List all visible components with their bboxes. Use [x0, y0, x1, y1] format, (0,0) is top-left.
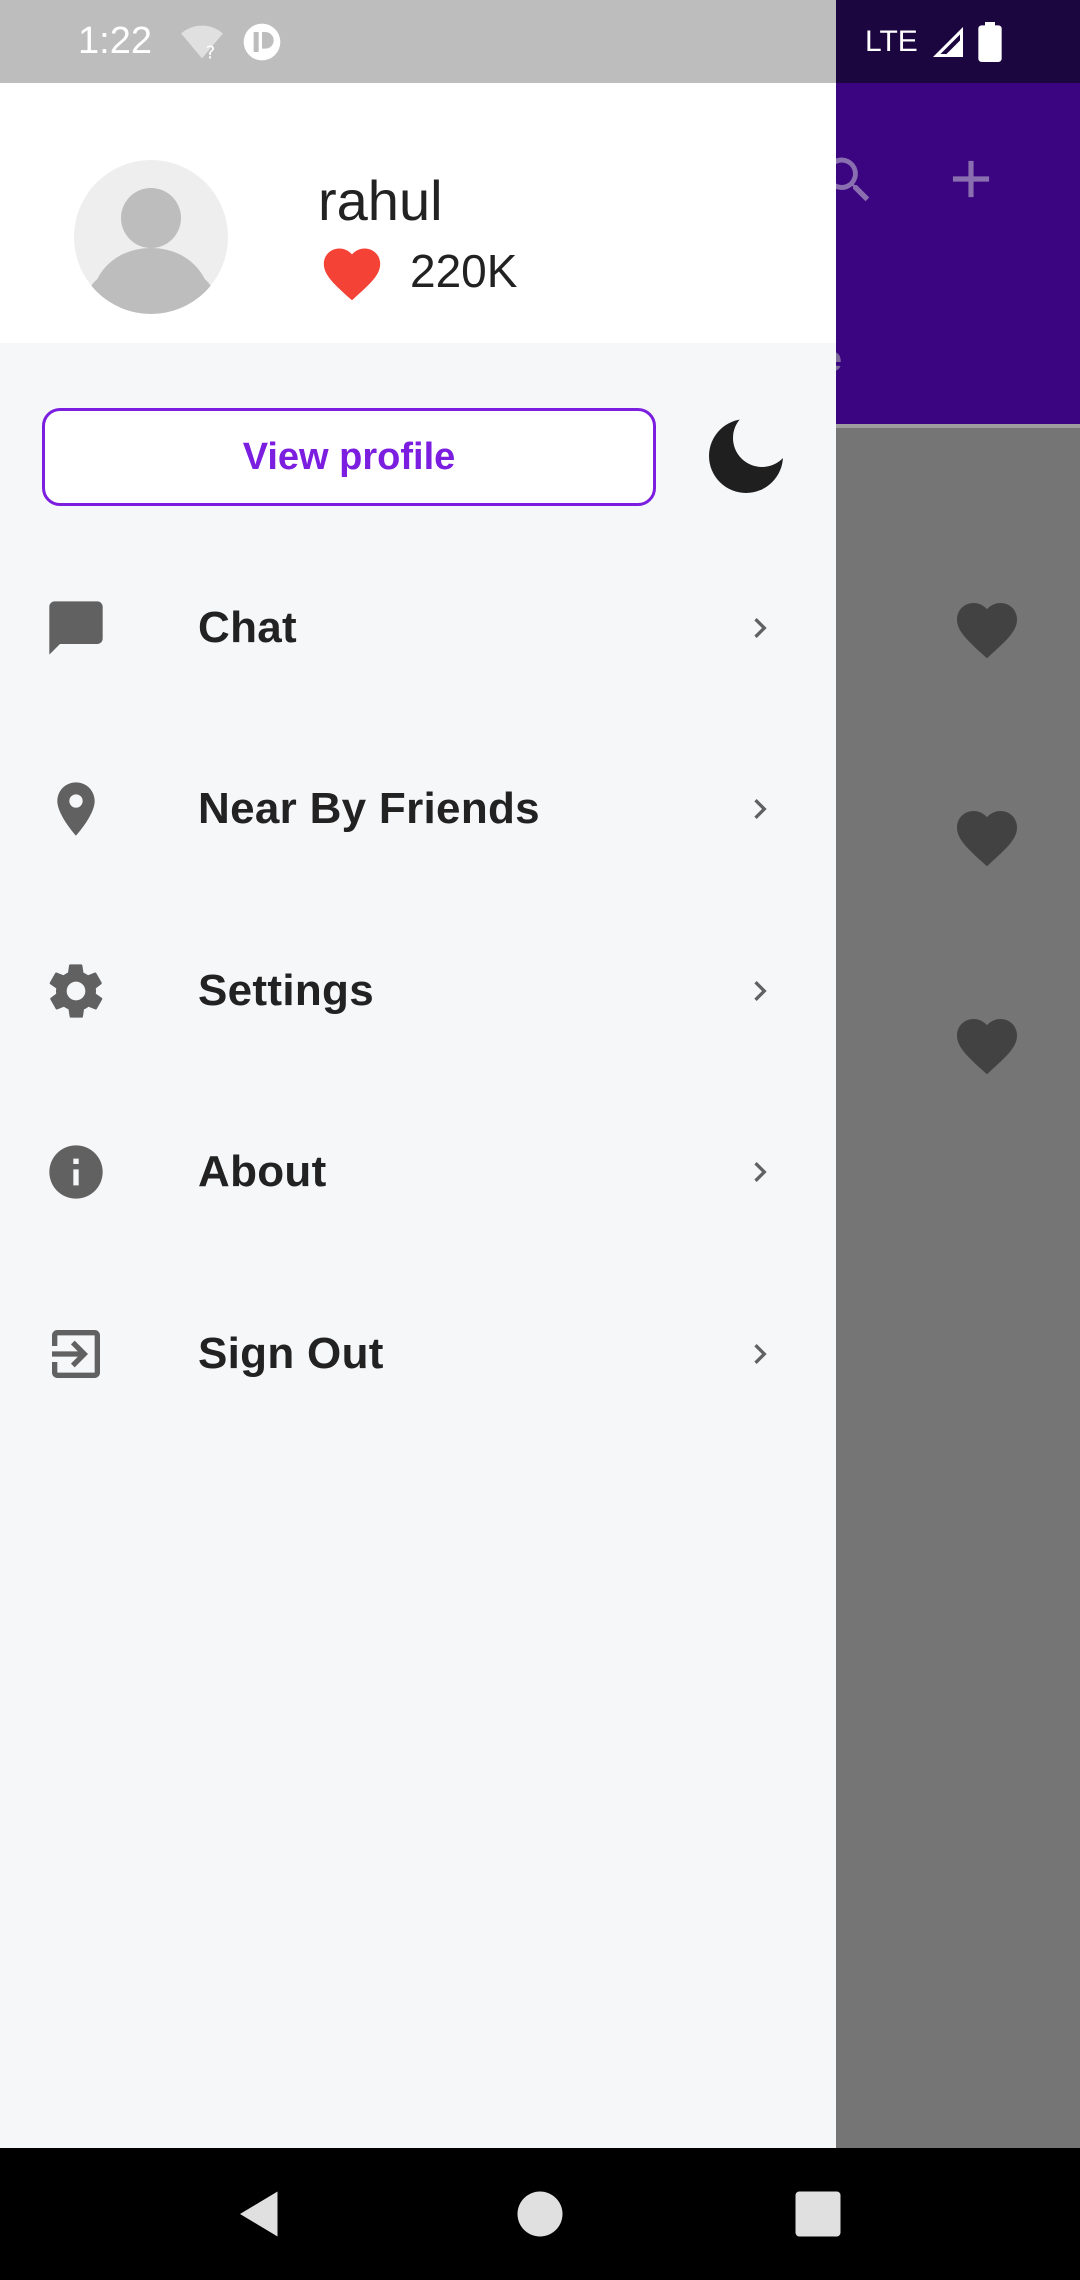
- gear-icon: [49, 964, 103, 1018]
- add-icon: [952, 160, 990, 198]
- chevron-right-icon: [754, 1162, 767, 1182]
- app-notification-icon: [243, 23, 281, 61]
- status-bar: 1:22 ?: [0, 0, 836, 83]
- default-avatar-icon: [89, 188, 213, 314]
- signal-icon: [932, 26, 963, 57]
- menu-item-about[interactable]: About: [0, 1112, 836, 1232]
- menu-item-label: Near By Friends: [198, 784, 540, 833]
- view-profile-button[interactable]: View profile: [42, 408, 656, 506]
- battery-icon: [978, 21, 1002, 62]
- heart-icon: [957, 603, 1017, 659]
- location-pin-icon: [57, 782, 95, 836]
- likes-count: 220K: [410, 245, 518, 297]
- chat-icon: [49, 601, 103, 655]
- status-time: 1:22: [78, 20, 152, 62]
- heart-icon: [957, 1019, 1017, 1075]
- wifi-unknown-icon: ?: [181, 25, 223, 62]
- system-navigation-bar: [0, 2148, 1080, 2280]
- menu-item-sign-out[interactable]: Sign Out: [0, 1294, 836, 1414]
- network-type: LTE: [865, 24, 918, 58]
- info-icon: [49, 1145, 103, 1199]
- menu-item-label: Settings: [198, 966, 374, 1015]
- menu-item-label: About: [198, 1147, 327, 1196]
- menu-item-chat[interactable]: Chat: [0, 568, 836, 688]
- chevron-right-icon: [754, 981, 767, 1001]
- status-bar-right: LTE: [835, 0, 1080, 83]
- sign-out-icon: [52, 1330, 100, 1378]
- chevron-right-icon: [754, 618, 767, 638]
- chevron-right-icon: [754, 1344, 767, 1364]
- heart-icon: [957, 811, 1017, 867]
- chevron-right-icon: [754, 799, 767, 819]
- menu-item-settings[interactable]: Settings: [0, 931, 836, 1051]
- recents-icon[interactable]: [788, 2184, 848, 2244]
- back-icon[interactable]: [230, 2184, 290, 2244]
- heart-icon: [323, 248, 381, 301]
- menu-item-near-by-friends[interactable]: Near By Friends: [0, 749, 836, 869]
- home-icon[interactable]: [510, 2184, 570, 2244]
- svg-text:?: ?: [206, 42, 216, 62]
- navigation-drawer: 1:22 ? rahul 220K View profile Chat Near…: [0, 0, 836, 2148]
- likes-row: 220K: [318, 240, 517, 302]
- menu-item-label: Sign Out: [198, 1329, 384, 1378]
- avatar[interactable]: [74, 160, 228, 314]
- user-name: rahul: [318, 169, 443, 232]
- dark-mode-toggle-icon[interactable]: [706, 416, 786, 496]
- menu-item-label: Chat: [198, 603, 297, 652]
